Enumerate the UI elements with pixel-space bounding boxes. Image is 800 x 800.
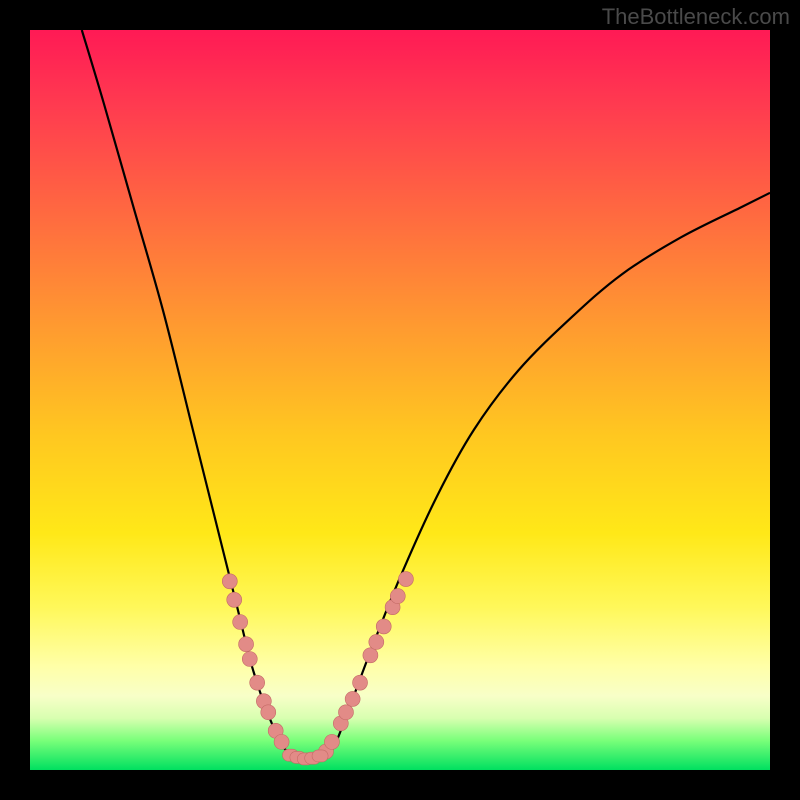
plot-area <box>30 30 770 770</box>
bead-right <box>376 619 391 634</box>
bead-left <box>261 705 276 720</box>
bottleneck-curve <box>82 30 770 760</box>
bead-right <box>390 589 405 604</box>
bead-left <box>233 615 248 630</box>
bead-right <box>338 705 353 720</box>
bead-right <box>398 572 413 587</box>
bead-left <box>239 637 254 652</box>
chart-svg <box>30 30 770 770</box>
bead-right <box>324 734 339 749</box>
bead-left <box>250 675 265 690</box>
bead-right <box>369 634 384 649</box>
curve-layer <box>82 30 770 760</box>
bead-left <box>242 652 257 667</box>
bead-layer <box>222 572 413 765</box>
outer-frame: TheBottleneck.com <box>0 0 800 800</box>
bead-left <box>227 592 242 607</box>
bead-left <box>222 574 237 589</box>
bead-floor <box>312 750 328 762</box>
bead-right <box>353 675 368 690</box>
bead-right <box>363 648 378 663</box>
bead-left <box>274 734 289 749</box>
watermark-text: TheBottleneck.com <box>602 4 790 30</box>
bead-right <box>345 691 360 706</box>
